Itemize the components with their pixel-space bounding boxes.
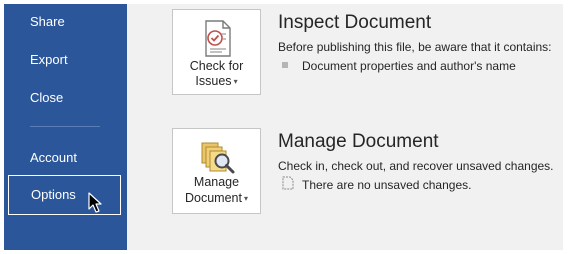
sidebar-item-account[interactable]: Account xyxy=(30,150,77,166)
mouse-pointer-icon xyxy=(88,192,102,213)
sidebar-item-share[interactable]: Share xyxy=(30,14,65,30)
check-for-issues-button[interactable]: Check for Issues ▾ xyxy=(172,9,261,95)
sidebar-divider xyxy=(30,126,100,127)
backstage-window: Share Export Close Account Options Check xyxy=(4,4,563,250)
backstage-sidebar: Share Export Close Account Options xyxy=(4,4,127,250)
manage-document-button[interactable]: Manage Document ▾ xyxy=(172,128,261,214)
inspect-document-description: Before publishing this file, be aware th… xyxy=(278,40,552,54)
manage-document-label-line2: Document ▾ xyxy=(185,191,248,205)
manage-document-magnifier-icon xyxy=(201,142,235,174)
manage-document-title: Manage Document xyxy=(278,131,439,152)
sidebar-item-close[interactable]: Close xyxy=(30,90,63,106)
inspect-document-title: Inspect Document xyxy=(278,12,432,33)
document-outline-icon xyxy=(282,176,294,190)
chevron-down-icon: ▾ xyxy=(243,194,248,203)
sidebar-item-label: Options xyxy=(31,187,76,202)
check-document-icon xyxy=(205,20,231,57)
info-content: Check for Issues ▾ Inspect Document Befor… xyxy=(127,4,563,250)
sidebar-item-options[interactable]: Options xyxy=(8,175,121,215)
manage-document-description: Check in, check out, and recover unsaved… xyxy=(278,159,554,173)
manage-document-label-line1: Manage xyxy=(193,175,240,189)
check-for-issues-label-line2: Issues ▾ xyxy=(195,74,238,88)
chevron-down-icon: ▾ xyxy=(233,77,238,86)
inspect-bullet-text: Document properties and author's name xyxy=(302,59,516,73)
check-for-issues-label-line1: Check for xyxy=(189,59,244,73)
sidebar-item-export[interactable]: Export xyxy=(30,52,68,68)
bullet-square-icon xyxy=(282,62,288,68)
manage-bullet-text: There are no unsaved changes. xyxy=(302,178,472,192)
